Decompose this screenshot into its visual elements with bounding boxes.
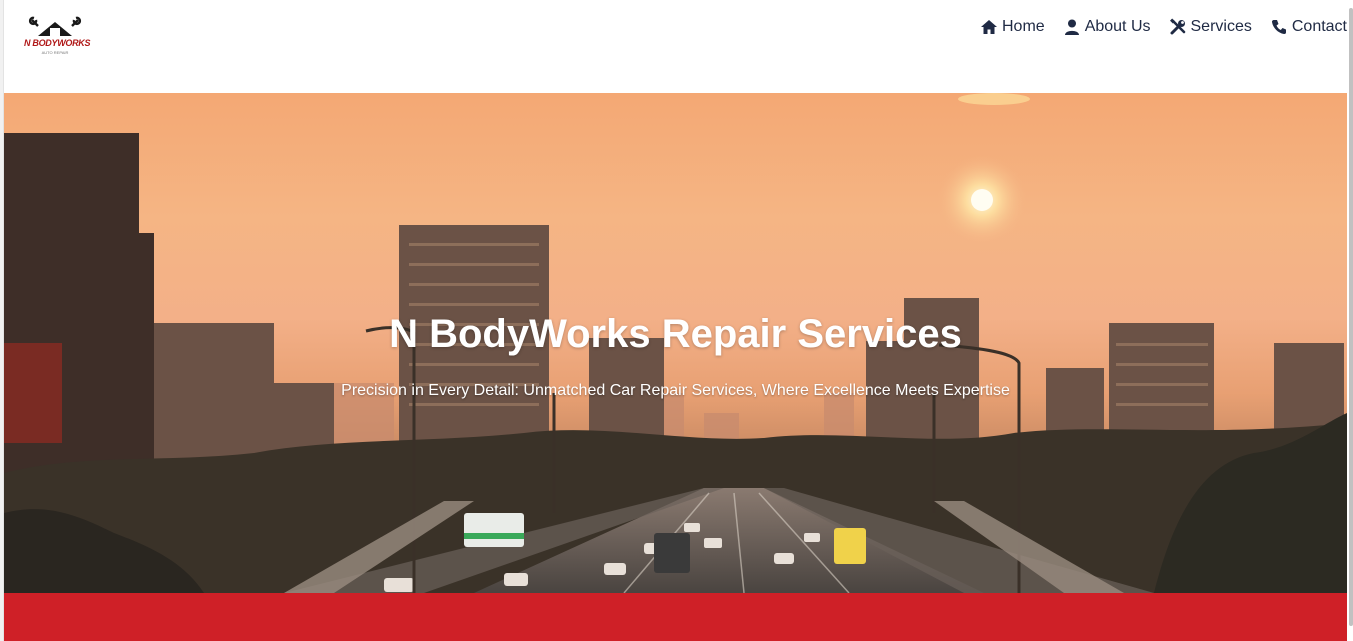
nav-item-contact[interactable]: Contact — [1270, 17, 1347, 37]
tools-icon — [1169, 18, 1187, 36]
nav-item-about-us[interactable]: About Us — [1063, 17, 1151, 37]
nav-item-label: Contact — [1291, 18, 1347, 35]
brand-logo[interactable]: N BODYWORKS AUTO REPAIR — [24, 14, 91, 60]
nav-item-label: Services — [1190, 18, 1252, 35]
main-nav: Home About Us Services Contact — [962, 17, 1347, 37]
home-icon — [980, 18, 998, 36]
logo-subtitle: AUTO REPAIR — [41, 50, 69, 55]
nav-item-label: Home — [1002, 18, 1045, 35]
nav-item-label: About Us — [1084, 18, 1151, 35]
red-section-band — [4, 593, 1347, 641]
scroll-thumb[interactable] — [1349, 8, 1353, 626]
phone-icon — [1270, 18, 1288, 36]
site-header: N BODYWORKS AUTO REPAIR Home About Us Se… — [4, 0, 1347, 93]
hero-title: N BodyWorks Repair Services — [389, 311, 962, 356]
wrench-logo-icon — [28, 16, 82, 36]
user-icon — [1063, 18, 1081, 36]
nav-item-services[interactable]: Services — [1169, 17, 1252, 37]
hero-tagline: Precision in Every Detail: Unmatched Car… — [341, 382, 1010, 399]
page-scrollbar[interactable] — [1347, 0, 1353, 641]
nav-item-home[interactable]: Home — [980, 17, 1045, 37]
hero-banner: N BodyWorks Repair Services Precision in… — [4, 93, 1347, 593]
logo-text: N BODYWORKS — [24, 38, 91, 48]
